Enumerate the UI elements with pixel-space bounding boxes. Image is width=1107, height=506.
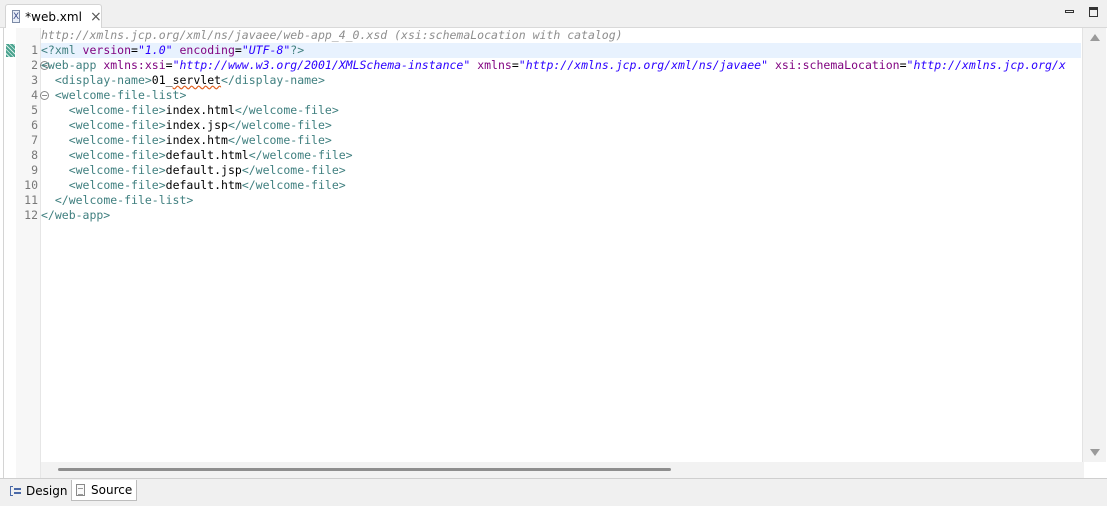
current-line-marker-icon xyxy=(6,44,15,57)
code-line-10: <welcome-file>default.htm</welcome-file> xyxy=(68,178,346,192)
line-number: 3 xyxy=(31,73,38,87)
code-line-4: <welcome-file-list> xyxy=(54,88,187,102)
scroll-down-icon[interactable] xyxy=(1090,449,1100,456)
line-number: 7 xyxy=(31,133,38,147)
line-number: 9 xyxy=(31,163,38,177)
code-line-3: <display-name>01_servlet</display-name> xyxy=(54,73,325,87)
code-area[interactable]: http://xmlns.jcp.org/xml/ns/javaee/web-a… xyxy=(41,28,1081,462)
code-line-9: <welcome-file>default.jsp</welcome-file> xyxy=(68,163,346,177)
code-line-8: <welcome-file>default.html</welcome-file… xyxy=(68,148,353,162)
schema-location-hint: http://xmlns.jcp.org/xml/ns/javaee/web-a… xyxy=(41,28,623,42)
code-line-1: <?xml version="1.0" encoding="UTF-8"?> xyxy=(41,43,1081,58)
tab-title: *web.xml xyxy=(25,9,82,24)
overview-ruler-left xyxy=(4,28,16,478)
code-line-11: </welcome-file-list> xyxy=(54,193,194,207)
line-number: 5 xyxy=(31,103,38,117)
editor-mode-tabs: Design Source xyxy=(0,478,1107,506)
line-number: 12 xyxy=(24,208,38,222)
minimize-icon[interactable] xyxy=(1064,6,1076,18)
horizontal-scroll-thumb[interactable] xyxy=(58,468,671,471)
line-number: 8 xyxy=(31,148,38,162)
close-icon[interactable]: × xyxy=(90,10,102,24)
code-line-5: <welcome-file>index.html</welcome-file> xyxy=(68,103,339,117)
horizontal-scrollbar[interactable] xyxy=(41,462,1084,478)
line-number-ruler: 1 2 3 4 5 6 7 8 9 10 11 12 − − xyxy=(16,28,49,478)
maximize-icon[interactable] xyxy=(1088,6,1100,18)
tab-design-label: Design xyxy=(26,484,68,498)
xml-file-icon: X xyxy=(12,10,21,23)
line-number: 1 xyxy=(31,43,38,57)
code-line-2: <web-app xmlns:xsi="http://www.w3.org/20… xyxy=(41,58,1066,72)
tab-source-label: Source xyxy=(91,483,133,497)
tab-design[interactable]: Design xyxy=(6,481,71,501)
line-number: 10 xyxy=(24,178,38,192)
code-line-12: </web-app> xyxy=(41,208,111,222)
source-page-icon xyxy=(76,484,85,496)
scroll-up-icon[interactable] xyxy=(1090,34,1100,41)
line-number: 2 xyxy=(31,58,38,72)
editor-tab-bar: X *web.xml × xyxy=(0,0,1107,28)
line-number: 4 xyxy=(31,88,38,102)
spelling-warning: servlet xyxy=(172,73,222,87)
vertical-scrollbar[interactable] xyxy=(1082,28,1106,462)
code-line-6: <welcome-file>index.jsp</welcome-file> xyxy=(68,118,332,132)
xml-source-editor[interactable]: 1 2 3 4 5 6 7 8 9 10 11 12 − − http://xm… xyxy=(3,28,1106,478)
line-number: 6 xyxy=(31,118,38,132)
line-number: 11 xyxy=(24,193,38,207)
tab-web-xml[interactable]: X *web.xml × xyxy=(5,4,102,28)
design-view-icon xyxy=(10,486,21,496)
tab-source[interactable]: Source xyxy=(71,480,138,501)
code-line-7: <welcome-file>index.htm</welcome-file> xyxy=(68,133,332,147)
